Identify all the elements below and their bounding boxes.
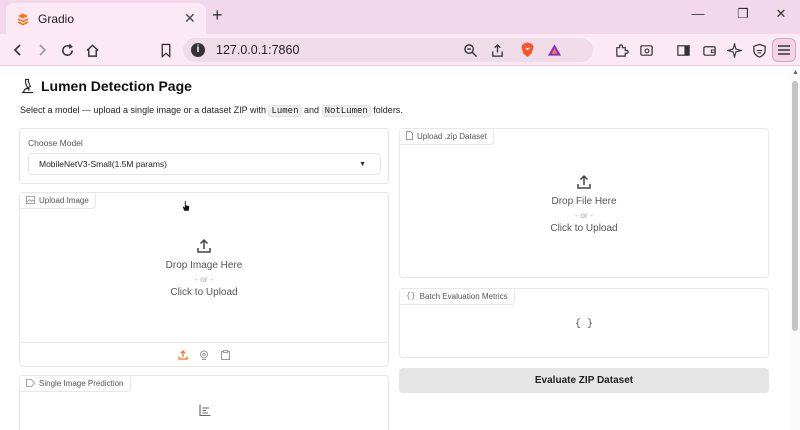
browser-tab-gradio[interactable]: Gradio ✕ (6, 3, 206, 34)
hand-cursor-icon (182, 200, 190, 212)
browser-tab-strip: Gradio ✕ + — ❐ ✕ (0, 0, 800, 34)
upload-icon (197, 238, 211, 253)
minimize-icon[interactable]: — (688, 6, 708, 21)
new-tab-button[interactable]: + (212, 5, 223, 26)
webcam-source-icon[interactable] (198, 349, 210, 361)
drop-file-text: Drop File Here (551, 196, 617, 207)
label-icon (26, 378, 36, 389)
image-drop-zone[interactable]: Drop Image Here - or - Click to Upload (20, 238, 388, 298)
media-icon[interactable] (636, 40, 656, 60)
model-label: Choose Model (28, 138, 83, 148)
evaluate-zip-button[interactable]: Evaluate ZIP Dataset (399, 368, 769, 393)
batch-metrics-panel: {} Batch Evaluation Metrics { } (399, 288, 769, 358)
home-icon[interactable] (82, 40, 102, 60)
extensions-icon[interactable] (611, 40, 631, 60)
bookmark-icon[interactable] (156, 40, 176, 60)
click-to-upload-text: Click to Upload (550, 223, 618, 234)
code-notlumen: NotLumen (321, 105, 371, 117)
upload-zip-label: Upload .zip Dataset (400, 129, 494, 145)
file-icon (406, 131, 413, 142)
code-lumen: Lumen (268, 105, 302, 117)
clipboard-source-icon[interactable] (219, 349, 231, 361)
tab-title: Gradio (38, 12, 75, 26)
gradio-app-page: Lumen Detection Page Select a model --- … (0, 67, 788, 430)
vpn-icon[interactable] (749, 40, 769, 60)
brave-shields-icon[interactable] (517, 40, 537, 60)
batch-metrics-label-text: Batch Evaluation Metrics (419, 292, 508, 301)
forward-icon[interactable] (32, 40, 52, 60)
gradio-favicon-icon (17, 13, 29, 26)
share-icon[interactable] (487, 40, 507, 60)
wallet-icon[interactable] (699, 40, 719, 60)
batch-metrics-label: {} Batch Evaluation Metrics (400, 289, 515, 305)
single-prediction-label: Single Image Prediction (20, 376, 131, 392)
dropdown-caret-icon: ▼ (359, 161, 366, 168)
drop-or-text: - or - (195, 274, 213, 284)
model-dropdown-value: MobileNetV3-Small(1.5M params) (39, 159, 168, 169)
drop-image-text: Drop Image Here (165, 260, 243, 271)
upload-zip-label-text: Upload .zip Dataset (417, 132, 487, 141)
restore-icon[interactable]: ❐ (733, 6, 753, 22)
browser-menu-icon[interactable] (772, 38, 796, 62)
page-title: Lumen Detection Page (20, 78, 192, 94)
upload-source-icon[interactable] (177, 349, 189, 361)
back-icon[interactable] (8, 40, 28, 60)
close-window-icon[interactable]: ✕ (771, 6, 791, 22)
zip-drop-zone[interactable]: Drop File Here - or - Click to Upload (400, 174, 768, 234)
bar-chart-icon (199, 404, 211, 416)
single-prediction-label-text: Single Image Prediction (39, 379, 124, 388)
scroll-up-icon[interactable]: ▲ (792, 69, 799, 76)
microscope-icon (21, 78, 34, 94)
json-icon: {} (406, 292, 416, 301)
model-dropdown[interactable]: MobileNetV3-Small(1.5M params) ▼ (28, 153, 381, 175)
upload-image-label: Upload Image (20, 193, 96, 209)
upload-image-label-text: Upload Image (39, 196, 89, 205)
brave-rewards-icon[interactable] (544, 40, 564, 60)
page-title-text: Lumen Detection Page (41, 78, 192, 94)
single-prediction-panel: Single Image Prediction (19, 375, 389, 430)
tab-close-icon[interactable]: ✕ (184, 10, 196, 27)
page-scrollbar[interactable]: ▲ (790, 67, 800, 430)
upload-image-panel: Upload Image Drop Image Here - or - Clic… (19, 192, 389, 367)
browser-toolbar: i 127.0.0.1:7860 (0, 34, 800, 66)
zoom-icon[interactable] (460, 40, 480, 60)
sidebar-icon[interactable] (673, 40, 693, 60)
image-icon (26, 195, 35, 206)
scrollbar-thumb[interactable] (792, 81, 798, 331)
upload-icon (577, 174, 591, 189)
metrics-json-placeholder: { } (574, 319, 593, 330)
upload-zip-panel: Upload .zip Dataset Drop File Here - or … (399, 128, 769, 278)
site-info-icon[interactable]: i (191, 43, 205, 57)
url-text[interactable]: 127.0.0.1:7860 (216, 43, 299, 57)
description-text-end: folders. (373, 105, 403, 115)
description-text-and: and (304, 105, 320, 115)
click-to-upload-text: Click to Upload (170, 287, 238, 298)
model-selector-panel: Choose Model MobileNetV3-Small(1.5M para… (19, 128, 389, 184)
page-description: Select a model --- upload a single image… (20, 105, 403, 117)
reload-icon[interactable] (57, 40, 77, 60)
leo-ai-icon[interactable] (724, 40, 744, 60)
image-source-selector (20, 342, 388, 366)
description-text-start: Select a model --- upload a single image… (20, 105, 266, 115)
drop-or-text: - or - (575, 210, 593, 220)
